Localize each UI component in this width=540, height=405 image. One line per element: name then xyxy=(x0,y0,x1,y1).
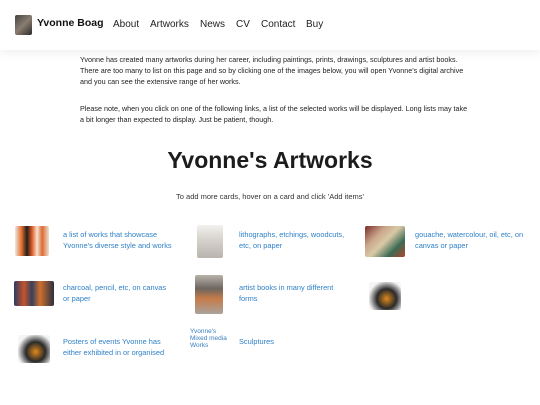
page-title: Yvonne's Artworks xyxy=(167,147,373,173)
card-thumb-drawings[interactable] xyxy=(14,281,54,306)
intro-paragraph-2: Please note, when you click on one of th… xyxy=(80,104,468,125)
card-link-artist-books[interactable]: artist books in many different forms xyxy=(239,282,349,304)
avatar[interactable] xyxy=(15,15,32,35)
card-thumb-artist-books[interactable] xyxy=(195,275,223,314)
page-subtitle: To add more cards, hover on a card and c… xyxy=(176,192,364,201)
card-link-selected-works[interactable]: a list of works that showcase Yvonne's d… xyxy=(63,229,173,251)
nav-cv[interactable]: CV xyxy=(236,19,250,30)
card-link-posters[interactable]: Posters of events Yvonne has either exhi… xyxy=(63,336,173,358)
card-link-drawings[interactable]: charcoal, pencil, etc, on canvas or pape… xyxy=(63,282,173,304)
card-link-paintings[interactable]: gouache, watercolour, oil, etc, on canva… xyxy=(415,229,530,251)
nav-about[interactable]: About xyxy=(113,19,139,30)
broken-image-alt[interactable]: Yvonne's Mixed media Works xyxy=(190,328,235,349)
card-link-prints[interactable]: lithographs, etchings, woodcuts, etc, on… xyxy=(239,229,354,251)
card-thumb-selected-works[interactable] xyxy=(15,226,49,256)
site-header: Yvonne Boag About Artworks News CV Conta… xyxy=(0,0,540,50)
card-thumb-mixed[interactable] xyxy=(369,282,401,310)
card-link-sculptures[interactable]: Sculptures xyxy=(239,336,349,347)
card-thumb-posters[interactable] xyxy=(18,335,50,363)
nav-contact[interactable]: Contact xyxy=(261,19,295,30)
nav-news[interactable]: News xyxy=(200,19,225,30)
brand-name[interactable]: Yvonne Boag xyxy=(37,17,104,29)
intro-paragraph-1: Yvonne has created many artworks during … xyxy=(80,55,464,87)
card-thumb-paintings[interactable] xyxy=(365,226,405,257)
card-thumb-prints[interactable] xyxy=(197,225,223,258)
nav-buy[interactable]: Buy xyxy=(306,19,323,30)
nav-artworks[interactable]: Artworks xyxy=(150,19,189,30)
